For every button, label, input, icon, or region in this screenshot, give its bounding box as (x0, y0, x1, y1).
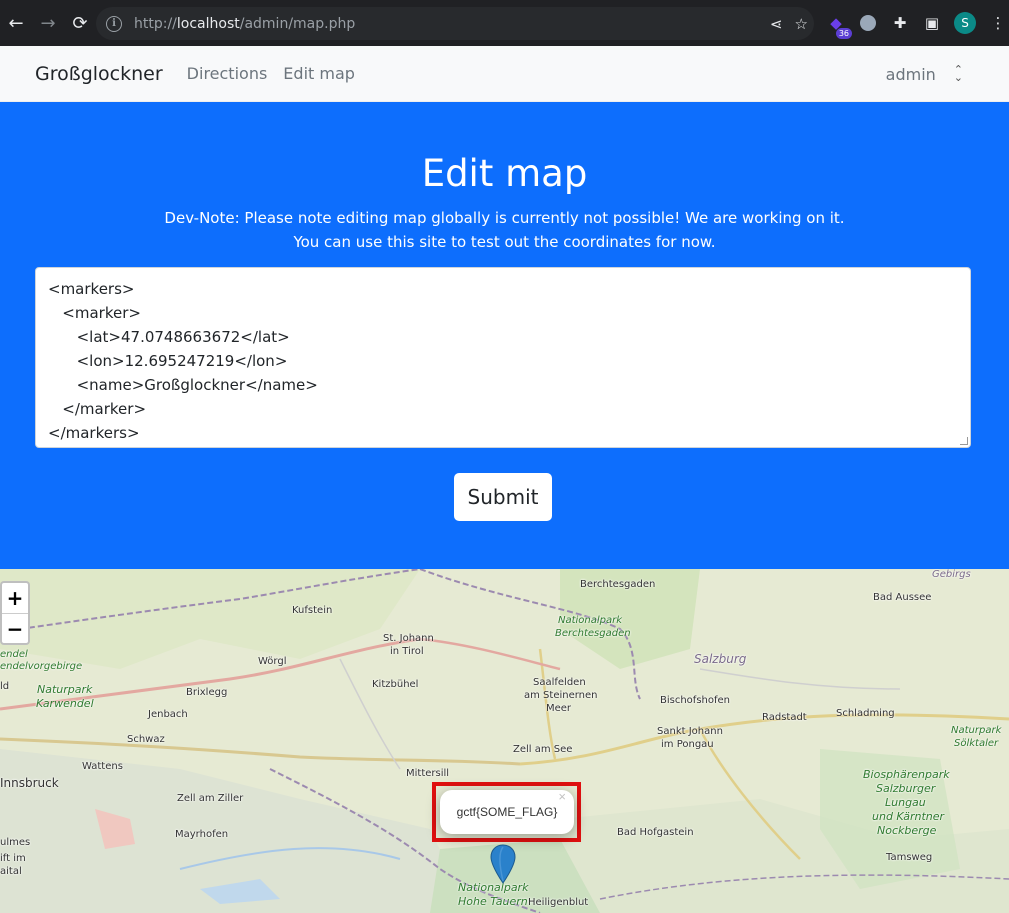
map-view[interactable]: + − Berchtesgaden Gebirgs Bad Aussee Kuf… (0, 569, 1009, 913)
map-label: Mittersill (406, 768, 450, 779)
map-label: im Pongau (661, 739, 714, 750)
page-title: Edit map (421, 152, 588, 195)
map-label: Sölktaler (954, 738, 999, 749)
map-label: ift im (0, 853, 26, 864)
site-info-icon[interactable]: i (106, 15, 122, 32)
dev-note: Dev-Note: Please note editing map global… (164, 209, 845, 251)
map-label: Brixlegg (186, 687, 228, 698)
xml-line: </marker> (48, 400, 147, 418)
map-label: Schwaz (127, 734, 165, 745)
map-label: Bad Hofgastein (617, 827, 694, 838)
reload-icon[interactable]: ⟳ (64, 7, 96, 39)
map-label: Kufstein (292, 605, 333, 616)
xml-line: <marker> (48, 304, 141, 322)
map-label: Heiligenblut (528, 897, 589, 908)
back-icon[interactable]: ← (0, 7, 32, 39)
map-label: Sankt Johann (657, 726, 723, 737)
map-label: Radstadt (762, 712, 807, 723)
map-label: Karwendel (36, 697, 94, 710)
map-label: ulmes (0, 837, 31, 848)
xml-textarea[interactable]: <markers> <marker> <lat>47.0748663672</l… (35, 267, 971, 448)
popup-text: gctf{SOME_FLAG} (456, 805, 558, 819)
map-label: Zell am Ziller (177, 793, 244, 804)
map-label: endelvorgebirge (0, 661, 83, 672)
user-name: admin (885, 64, 936, 84)
forward-icon[interactable]: → (32, 7, 64, 39)
nav-link-edit-map[interactable]: Edit map (283, 64, 355, 83)
zoom-out-button[interactable]: − (2, 613, 28, 643)
map-label: Schladming (836, 708, 895, 719)
extension-circle-icon[interactable] (858, 13, 878, 33)
map-label: Naturpark (951, 725, 1002, 736)
map-label: am Steinernen (524, 690, 598, 701)
edit-map-section: Edit map Dev-Note: Please note editing m… (0, 102, 1009, 569)
map-label: Gebirgs (932, 569, 971, 580)
map-label: Berchtesgaden (580, 579, 656, 590)
marker-popup: gctf{SOME_FLAG} × (440, 789, 574, 834)
user-dropdown[interactable]: admin ⌃ ⌄ (886, 46, 963, 102)
site-navbar: Großglockner Directions Edit map admin ⌃… (0, 46, 1009, 102)
map-label: Jenbach (148, 709, 188, 720)
map-label: aital (0, 866, 22, 877)
resize-handle-icon[interactable] (960, 437, 968, 445)
map-label: und Kärntner (872, 810, 945, 823)
puzzle-extensions-icon[interactable]: ✚ (890, 13, 910, 33)
map-label: in Tirol (390, 646, 424, 657)
share-icon[interactable]: ⋖ (770, 15, 783, 33)
bookmark-star-icon[interactable]: ☆ (795, 15, 808, 33)
xml-line: <markers> (48, 280, 135, 298)
map-label: Naturpark (37, 683, 93, 696)
map-label: Lungau (885, 796, 926, 809)
map-label: Mayrhofen (175, 829, 229, 840)
extension-icon[interactable]: ◆ 36 (826, 13, 852, 39)
map-label: Salzburg (694, 652, 747, 666)
map-marker-icon[interactable] (490, 844, 516, 884)
map-label: Innsbruck (0, 776, 59, 790)
map-label: Bischofshofen (660, 695, 730, 706)
map-label: Salzburger (876, 782, 936, 795)
map-label: Saalfelden (533, 677, 586, 688)
profile-avatar[interactable]: S (954, 12, 976, 34)
xml-line: <name>Großglockner</name> (48, 376, 318, 394)
extension-badge: 36 (835, 28, 852, 39)
xml-line: <lat>47.0748663672</lat> (48, 328, 290, 346)
zoom-control: + − (0, 581, 30, 645)
map-label: St. Johann (383, 633, 434, 644)
map-label: Hohe Tauern (458, 895, 528, 908)
submit-button[interactable]: Submit (454, 473, 552, 521)
map-label: Tamsweg (886, 852, 933, 863)
side-panel-icon[interactable]: ▣ (922, 13, 942, 33)
map-label: Berchtesgaden (555, 628, 631, 639)
map-label: Meer (546, 703, 572, 714)
kebab-menu-icon[interactable]: ⋮ (988, 13, 1008, 33)
map-label: Nationalpark (558, 615, 623, 626)
map-label: Nockberge (877, 824, 937, 837)
map-label: Wörgl (258, 656, 287, 667)
zoom-in-button[interactable]: + (2, 583, 28, 613)
url-text: http://localhost/admin/map.php (134, 15, 356, 32)
map-label: Wattens (82, 761, 123, 772)
map-label: endel (0, 649, 28, 660)
address-bar[interactable]: i http://localhost/admin/map.php ⋖ ☆ (96, 7, 814, 40)
xml-line: <lon>12.695247219</lon> (48, 352, 288, 370)
highlight-box: gctf{SOME_FLAG} × (432, 782, 581, 842)
nav-link-directions[interactable]: Directions (187, 64, 268, 83)
map-label: ld (0, 681, 10, 692)
map-label: Kitzbühel (372, 679, 419, 690)
brand-link[interactable]: Großglockner (35, 63, 163, 85)
map-label: Bad Aussee (873, 592, 932, 603)
xml-line: </markers> (48, 424, 140, 442)
popup-close-icon[interactable]: × (558, 789, 566, 804)
browser-toolbar: ← → ⟳ i http://localhost/admin/map.php ⋖… (0, 0, 1009, 46)
up-down-chevron-icon: ⌃ ⌄ (953, 63, 963, 84)
map-label: Biosphärenpark (863, 768, 950, 781)
map-label: Zell am See (513, 744, 573, 755)
